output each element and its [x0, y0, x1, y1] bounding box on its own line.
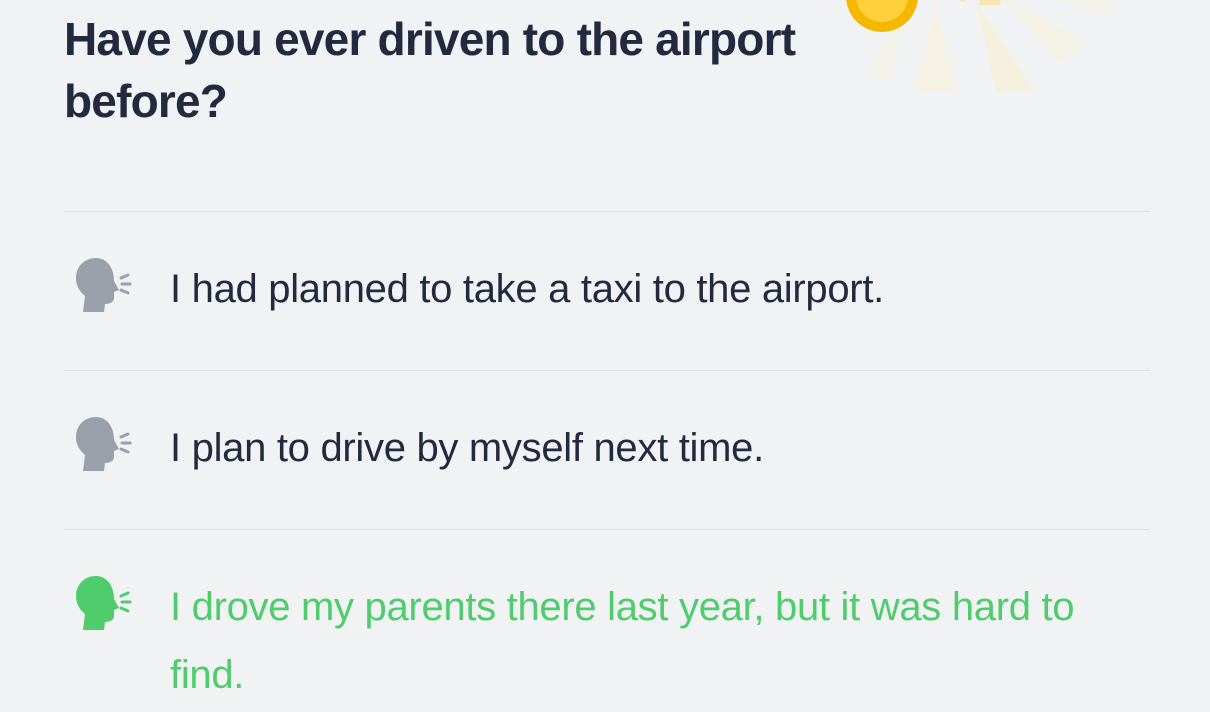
- answer-option-text: I plan to drive by myself next time.: [170, 426, 764, 470]
- reward-amount: +2: [950, 0, 1004, 16]
- answer-option-1[interactable]: I had planned to take a taxi to the airp…: [64, 211, 1150, 370]
- quiz-screen: +2 Have you ever driven to the airport b…: [0, 0, 1210, 712]
- speaking-head-icon: [76, 576, 132, 630]
- speaking-head-icon: [76, 417, 132, 471]
- reward-burst: [846, 0, 1115, 92]
- answer-option-2[interactable]: I plan to drive by myself next time.: [64, 370, 1150, 529]
- answer-option-text: I drove my parents there last year, but …: [170, 585, 1075, 697]
- answer-option-text: I had planned to take a taxi to the airp…: [170, 267, 884, 311]
- answer-option-3[interactable]: I drove my parents there last year, but …: [64, 529, 1150, 709]
- speaking-head-icon: [76, 258, 132, 312]
- question-title: Have you ever driven to the airport befo…: [64, 13, 796, 127]
- answer-options: I had planned to take a taxi to the airp…: [64, 211, 1150, 709]
